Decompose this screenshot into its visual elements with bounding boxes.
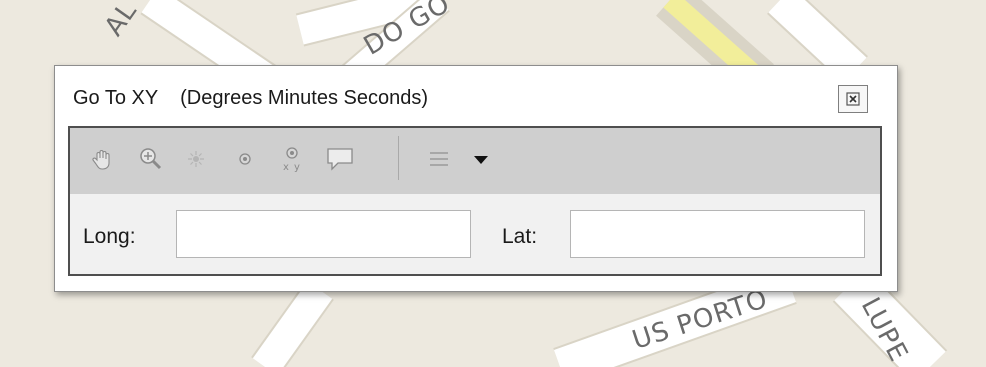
list-icon [430,152,448,166]
zoom-to-icon [140,148,162,170]
dropdown-arrow-icon [474,156,488,164]
dialog-title: Go To XY (Degrees Minutes Seconds) [73,87,428,110]
long-input[interactable] [176,210,471,258]
lat-input[interactable] [570,210,865,258]
dialog-body: x y Long: Lat: [68,126,882,276]
svg-text:y: y [294,162,300,173]
zoom-to-button[interactable] [136,143,166,175]
add-labeled-point-button[interactable]: x y [277,143,307,175]
coordinate-inputs: Long: Lat: [70,194,880,274]
close-button[interactable] [838,85,868,113]
dialog-title-text: Go To XY [73,87,158,109]
flash-icon [188,151,204,167]
toolbar: x y [70,128,880,194]
toolbar-separator [398,136,399,180]
add-callout-button[interactable] [325,143,355,175]
add-point-icon [239,153,251,165]
pan-tool-button[interactable] [88,143,118,175]
menu-button[interactable] [424,143,454,175]
add-point-button[interactable] [230,143,260,175]
pan-icon [92,150,110,170]
lat-label: Lat: [502,225,538,248]
options-dropdown-button[interactable] [466,143,496,175]
dialog-title-units: (Degrees Minutes Seconds) [180,87,428,109]
go-to-xy-dialog: Go To XY (Degrees Minutes Seconds) x y L… [54,65,898,292]
long-label: Long: [83,225,136,248]
close-icon [846,92,860,106]
add-callout-icon [327,148,353,171]
svg-text:x: x [283,162,289,173]
flash-button[interactable] [181,143,211,175]
add-labeled-point-icon: x y [283,147,300,173]
